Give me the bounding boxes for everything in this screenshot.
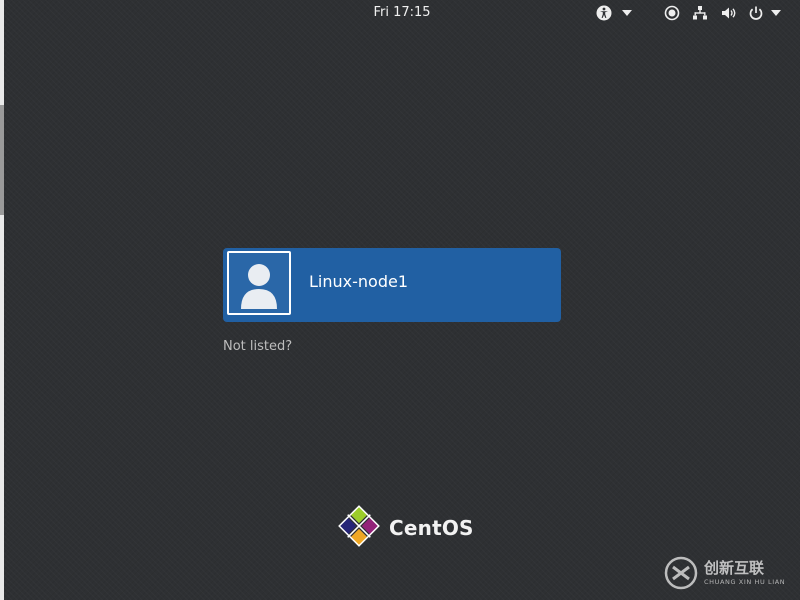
- avatar: [227, 251, 291, 315]
- user-list-item[interactable]: Linux-node1: [223, 248, 561, 322]
- display-brightness-icon[interactable]: [661, 4, 683, 22]
- chevron-down-icon[interactable]: [768, 4, 784, 22]
- watermark-subtitle: CHUANG XIN HU LIAN: [704, 578, 786, 586]
- user-silhouette-icon: [229, 253, 289, 313]
- top-bar: Fri 17:15: [4, 0, 800, 26]
- watermark-title: 创新互联: [704, 559, 765, 577]
- centos-logo-icon: [337, 504, 381, 552]
- volume-icon[interactable]: [718, 4, 740, 22]
- left-edge-scroll-handle: [0, 105, 4, 215]
- chevron-down-icon[interactable]: [619, 4, 635, 22]
- not-listed-link[interactable]: Not listed?: [223, 339, 292, 354]
- accessibility-icon[interactable]: [593, 4, 615, 22]
- network-icon[interactable]: [689, 4, 711, 22]
- centos-branding: CentOS: [337, 504, 474, 552]
- left-window-edge: [0, 0, 4, 600]
- power-icon[interactable]: [745, 4, 767, 22]
- watermark: 创新互联 CHUANG XIN HU LIAN: [664, 553, 794, 593]
- user-name: Linux-node1: [309, 272, 408, 291]
- watermark-logo-icon: [664, 556, 698, 594]
- centos-wordmark: CentOS: [389, 516, 474, 540]
